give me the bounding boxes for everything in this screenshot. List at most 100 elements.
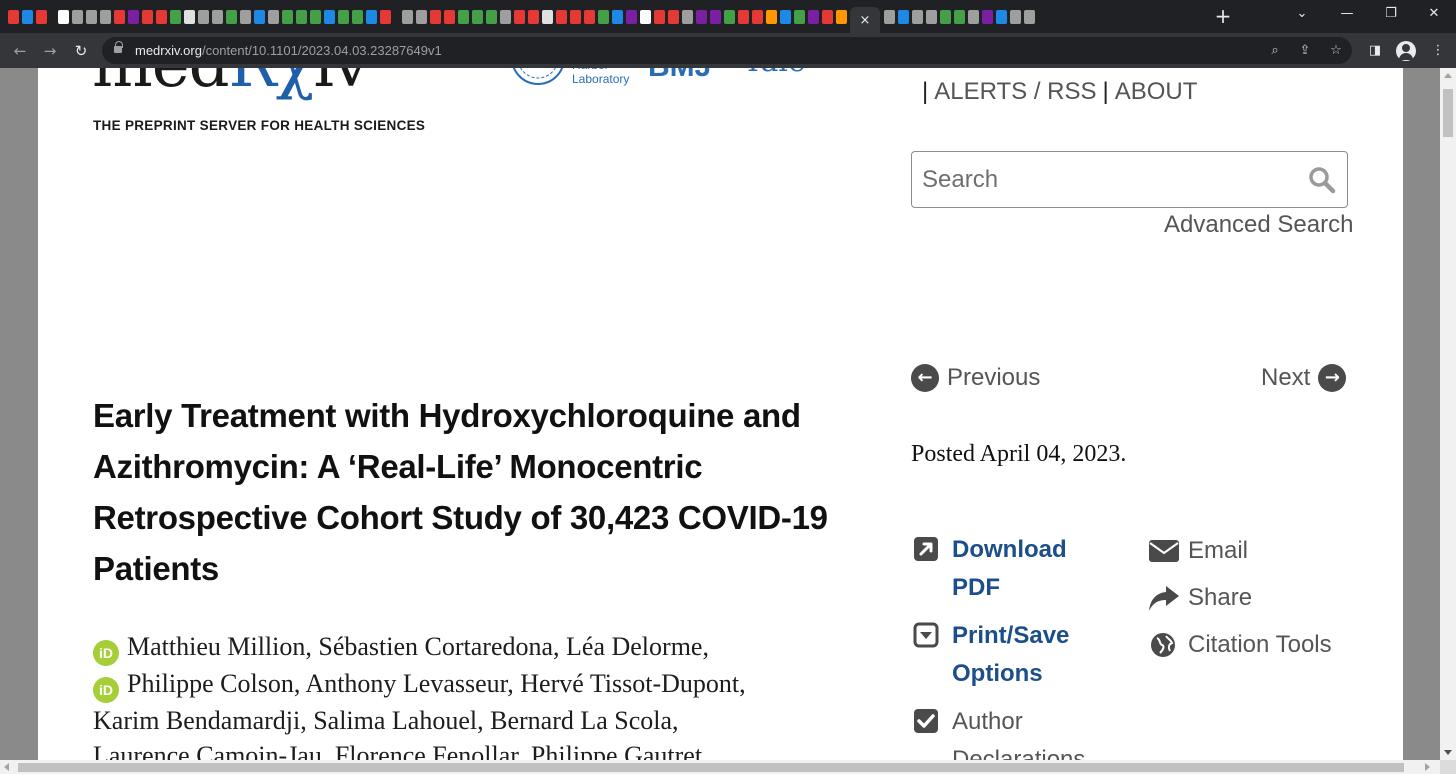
tab-favicon-icon[interactable] — [472, 10, 483, 24]
tab-favicon-icon[interactable] — [822, 10, 833, 24]
tab-favicon-icon[interactable] — [58, 10, 69, 24]
active-tab-close-icon[interactable]: × — [850, 7, 880, 33]
print-save-options-link[interactable]: Print/Save Options — [952, 617, 1112, 693]
tab-favicon-icon[interactable] — [752, 10, 763, 24]
scroll-left-icon[interactable] — [4, 763, 9, 771]
tab-favicon-icon[interactable] — [598, 10, 609, 24]
tab-favicon-icon[interactable] — [366, 10, 377, 24]
tab-favicon-icon[interactable] — [640, 10, 651, 24]
search-input[interactable] — [922, 166, 1302, 194]
tab-favicon-icon[interactable] — [338, 10, 349, 24]
tab-favicon-icon[interactable] — [170, 10, 181, 24]
tab-favicon-icon[interactable] — [654, 10, 665, 24]
minimize-icon[interactable]: — — [1337, 6, 1357, 26]
citation-tools-link[interactable]: Citation Tools — [1188, 631, 1332, 659]
back-icon[interactable]: ← — [9, 40, 31, 62]
new-tab-button[interactable]: + — [1212, 5, 1234, 27]
tab-favicon-icon[interactable] — [324, 10, 335, 24]
zoom-icon[interactable]: ⌕ — [1265, 41, 1285, 61]
tab-favicon-icon[interactable] — [240, 10, 251, 24]
tab-favicon-icon[interactable] — [198, 10, 209, 24]
tab-favicon-icon[interactable] — [626, 10, 637, 24]
advanced-search-link[interactable]: Advanced Search — [1164, 211, 1353, 239]
lock-icon[interactable] — [114, 41, 123, 55]
previous-link[interactable]: ← Previous — [911, 364, 1040, 392]
tab-favicon-icon[interactable] — [352, 10, 363, 24]
author-line[interactable]: Karim Bendamardji, Salima Lahouel, Berna… — [93, 703, 873, 738]
url-text[interactable]: medrxiv.org/content/10.1101/2023.04.03.2… — [135, 43, 442, 58]
bmj-logo[interactable]: BMJ — [648, 68, 711, 84]
tab-favicon-icon[interactable] — [142, 10, 153, 24]
tab-favicon-icon[interactable] — [926, 10, 937, 24]
tab-favicon-icon[interactable] — [380, 10, 391, 24]
scroll-up-icon[interactable] — [1444, 73, 1452, 78]
tab-favicon-icon[interactable] — [310, 10, 321, 24]
tab-favicon-icon[interactable] — [724, 10, 735, 24]
tab-favicon-icon[interactable] — [954, 10, 965, 24]
tab-favicon-icon[interactable] — [794, 10, 805, 24]
vertical-scrollbar[interactable] — [1440, 68, 1456, 760]
tab-favicon-icon[interactable] — [402, 10, 413, 24]
side-panel-icon[interactable]: ◨ — [1365, 41, 1385, 61]
tab-favicon-icon[interactable] — [556, 10, 567, 24]
email-link[interactable]: Email — [1188, 537, 1248, 565]
address-bar[interactable]: medrxiv.org/content/10.1101/2023.04.03.2… — [102, 37, 1352, 64]
tab-favicon-icon[interactable] — [968, 10, 979, 24]
tab-favicon-icon[interactable] — [156, 10, 167, 24]
next-link[interactable]: Next → — [1261, 364, 1347, 392]
tab-favicon-icon[interactable] — [458, 10, 469, 24]
horizontal-scrollbar[interactable] — [0, 760, 1440, 774]
scroll-thumb[interactable] — [1443, 89, 1453, 137]
tab-favicon-icon[interactable] — [114, 10, 125, 24]
maximize-icon[interactable]: ❐ — [1381, 6, 1401, 26]
menu-icon[interactable]: ⋮ — [1428, 41, 1448, 61]
tab-favicon-icon[interactable] — [36, 10, 47, 24]
tab-favicon-icon[interactable] — [696, 10, 707, 24]
author-line[interactable]: Laurence Camoin-Jau, Florence Fenollar, … — [93, 738, 873, 760]
forward-icon[interactable]: → — [39, 40, 61, 62]
tab-favicon-icon[interactable] — [226, 10, 237, 24]
tab-favicon-icon[interactable] — [836, 10, 847, 24]
search-icon[interactable] — [1308, 166, 1336, 194]
tab-favicon-icon[interactable] — [668, 10, 679, 24]
tab-favicon-icon[interactable] — [72, 10, 83, 24]
tab-favicon-icon[interactable] — [898, 10, 909, 24]
csh-logo[interactable] — [508, 68, 568, 90]
tab-favicon-icon[interactable] — [996, 10, 1007, 24]
tab-favicon-icon[interactable] — [268, 10, 279, 24]
tab-favicon-icon[interactable] — [184, 10, 195, 24]
tab-favicon-icon[interactable] — [486, 10, 497, 24]
tab-favicon-icon[interactable] — [884, 10, 895, 24]
tab-favicon-icon[interactable] — [1024, 10, 1035, 24]
tab-favicon-icon[interactable] — [682, 10, 693, 24]
tab-favicon-icon[interactable] — [416, 10, 427, 24]
close-window-icon[interactable]: ✕ — [1424, 6, 1444, 26]
scroll-right-icon[interactable] — [1425, 763, 1430, 771]
tab-favicon-icon[interactable] — [612, 10, 623, 24]
share-page-icon[interactable]: ⇪ — [1295, 41, 1315, 61]
tab-favicon-icon[interactable] — [542, 10, 553, 24]
nav-alerts-rss[interactable]: ALERTS / RSS — [934, 78, 1096, 105]
tab-favicon-icon[interactable] — [1010, 10, 1021, 24]
tab-favicon-icon[interactable] — [128, 10, 139, 24]
tab-favicon-icon[interactable] — [940, 10, 951, 24]
nav-about[interactable]: ABOUT — [1115, 78, 1198, 105]
tab-favicon-icon[interactable] — [86, 10, 97, 24]
tab-favicon-icon[interactable] — [296, 10, 307, 24]
tab-favicon-icon[interactable] — [528, 10, 539, 24]
reload-icon[interactable]: ↻ — [70, 40, 92, 62]
download-pdf-link[interactable]: Download PDF — [952, 531, 1112, 607]
tab-favicon-icon[interactable] — [808, 10, 819, 24]
scroll-thumb-horizontal[interactable] — [18, 763, 1404, 772]
tab-favicon-icon[interactable] — [514, 10, 525, 24]
tab-search-icon[interactable]: ⌄ — [1292, 6, 1312, 26]
profile-avatar[interactable] — [1396, 41, 1416, 61]
author-declarations-link[interactable]: Author Declarations — [952, 703, 1112, 760]
tab-favicon-icon[interactable] — [500, 10, 511, 24]
tab-favicon-icon[interactable] — [710, 10, 721, 24]
orcid-icon[interactable]: iD — [93, 677, 119, 703]
author-names[interactable]: Matthieu Million, Sébastien Cortaredona,… — [127, 632, 709, 661]
tab-favicon-icon[interactable] — [982, 10, 993, 24]
medrxiv-logo[interactable]: medRχiv — [92, 68, 369, 102]
tab-favicon-icon[interactable] — [8, 10, 19, 24]
